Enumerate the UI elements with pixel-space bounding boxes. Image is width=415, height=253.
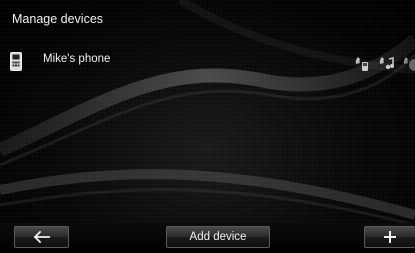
bottom-toolbar: Add device xyxy=(0,223,415,253)
device-name: Mike's phone xyxy=(43,53,111,65)
plus-icon xyxy=(384,231,396,243)
device-row[interactable]: Mike's phone xyxy=(6,48,415,74)
add-device-button[interactable]: Add device xyxy=(166,226,270,248)
background-swoosh xyxy=(0,0,415,227)
back-button[interactable] xyxy=(14,226,69,248)
background-grid xyxy=(0,0,415,253)
screen: Manage devices Mike's phone Add device xyxy=(0,0,415,253)
internet-service-icon xyxy=(403,57,415,71)
add-device-label: Add device xyxy=(189,231,247,243)
back-arrow-icon xyxy=(33,231,50,243)
mobile-phone-icon xyxy=(10,52,22,71)
phone-call-service-icon xyxy=(355,57,368,71)
page-title: Manage devices xyxy=(12,12,104,26)
audio-streaming-service-icon xyxy=(379,57,394,70)
plus-button[interactable] xyxy=(364,226,415,248)
